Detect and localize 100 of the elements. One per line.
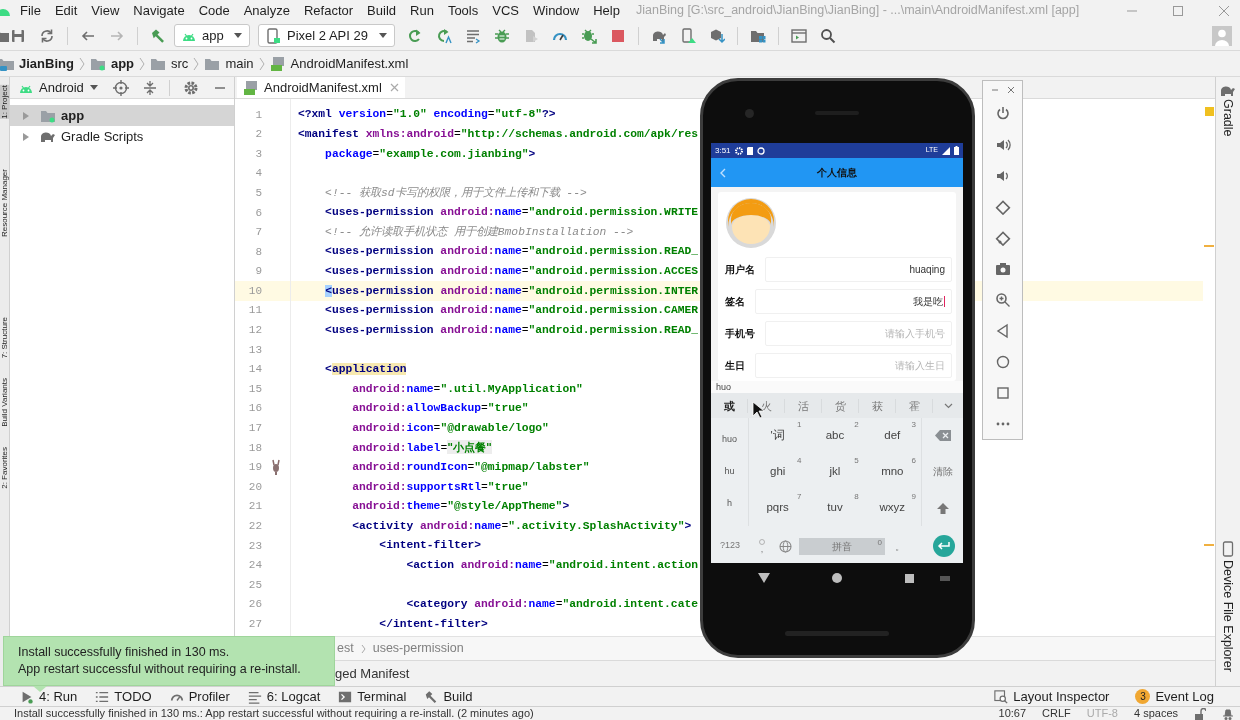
comma-key[interactable]: , [749, 538, 775, 554]
key[interactable]: tuv 8 [806, 490, 864, 526]
run-configuration-dropdown[interactable]: app [174, 24, 250, 47]
enter-key-icon[interactable] [933, 535, 955, 557]
indent-setting[interactable]: 4 spaces [1133, 707, 1178, 720]
apply-changes-icon[interactable] [407, 27, 423, 44]
volume-down-icon[interactable] [994, 168, 1011, 184]
editor-mode-tab[interactable]: ged Manifest [335, 663, 410, 684]
menu-item[interactable]: Analyze [243, 0, 290, 21]
candidate[interactable]: 获 [859, 398, 896, 413]
terminal-window-icon[interactable] [791, 27, 807, 44]
key[interactable]: mno 6 [863, 454, 921, 490]
pinyin-option[interactable]: hu [724, 465, 735, 479]
device-dropdown[interactable]: Pixel 2 API 29 [258, 24, 395, 47]
globe-icon[interactable] [779, 539, 792, 553]
avatar-picture-icon[interactable] [725, 197, 777, 249]
candidate[interactable]: 货 [822, 398, 859, 413]
tool-window-button[interactable]: Profiler [169, 686, 230, 707]
input-field[interactable]: 我是吃 [755, 288, 952, 314]
key[interactable]: def 3 [863, 418, 921, 454]
shift-arrow-icon[interactable] [936, 503, 949, 515]
tool-window-tab[interactable]: Gradle [1220, 99, 1236, 137]
candidate[interactable]: 活 [785, 398, 822, 413]
apply-code-changes-icon[interactable] [436, 27, 452, 44]
tool-window-tab[interactable]: Resource Manager [0, 168, 9, 237]
menu-item[interactable]: Window [532, 0, 580, 21]
collapse-icon[interactable] [141, 79, 158, 96]
bug-arrow-icon[interactable] [581, 27, 597, 44]
volume-up-icon[interactable] [994, 137, 1011, 153]
tree-item[interactable]: app [10, 105, 234, 126]
menu-item[interactable]: Tools [447, 0, 479, 21]
editor-tab[interactable]: AndroidManifest.xml [237, 77, 405, 98]
search-icon[interactable] [820, 27, 836, 44]
menu-item[interactable]: Refactor [303, 0, 354, 21]
menu-item[interactable]: File [20, 0, 41, 21]
candidate[interactable]: 霍 [896, 398, 933, 413]
tool-window-tab[interactable]: 7: Structure [0, 316, 9, 359]
stop-icon[interactable] [610, 27, 626, 44]
camera-icon[interactable] [994, 261, 1011, 277]
candidate[interactable]: 或 [711, 398, 748, 413]
symbols-key[interactable]: ?123 [711, 539, 749, 553]
hammer-icon[interactable] [150, 27, 166, 44]
tool-window-button[interactable]: TODO [95, 686, 152, 707]
menu-item[interactable]: Edit [54, 0, 78, 21]
menu-item[interactable]: Build [367, 0, 396, 21]
clear-key[interactable]: 清除 [932, 464, 953, 480]
breadcrumb-item[interactable]: app [110, 53, 135, 74]
nav-back-icon[interactable] [758, 573, 770, 583]
lock-icon[interactable] [1194, 707, 1206, 720]
sync-icon[interactable] [39, 27, 55, 44]
back-chevron-icon[interactable] [719, 167, 726, 178]
breadcrumb-item[interactable]: src [171, 53, 189, 74]
power-icon[interactable] [994, 106, 1011, 122]
input-field[interactable]: huaqing [765, 256, 952, 282]
menu-item[interactable]: Help [593, 0, 620, 21]
package-download-icon[interactable] [709, 27, 725, 44]
period-key[interactable]: 。 [885, 538, 915, 554]
key[interactable]: wxyz 9 [863, 490, 921, 526]
tool-window-tab[interactable]: Build Variants [0, 378, 9, 427]
back-icon[interactable] [994, 323, 1011, 339]
lines-icon[interactable] [465, 27, 481, 44]
breadcrumb-item[interactable]: AndroidManifest.xml [290, 53, 409, 74]
home-icon[interactable] [994, 354, 1011, 370]
tree-item[interactable]: Gradle Scripts [10, 126, 234, 147]
chevron-down-icon[interactable] [943, 402, 953, 409]
crosshair-icon[interactable] [112, 79, 129, 96]
nav-home-icon[interactable] [832, 573, 842, 583]
key[interactable]: jkl 5 [806, 454, 864, 490]
breadcrumb-item[interactable]: est [337, 639, 354, 658]
tool-window-button[interactable]: 4: Run [20, 686, 78, 707]
close-icon[interactable] [1218, 4, 1230, 17]
settings-icon[interactable] [182, 79, 199, 96]
line-separator[interactable]: CRLF [1042, 707, 1071, 720]
key[interactable]: pqrs 7 [749, 490, 807, 526]
pinyin-option[interactable]: h [727, 497, 732, 511]
menu-item[interactable]: Navigate [133, 0, 185, 21]
close-icon[interactable] [389, 83, 399, 92]
rotate-left-icon[interactable] [994, 199, 1011, 215]
maximize-icon[interactable] [1172, 4, 1184, 17]
overview-icon[interactable] [994, 385, 1011, 401]
device-manager-icon[interactable] [680, 27, 696, 44]
rotate-right-icon[interactable] [994, 230, 1011, 246]
tool-window-button[interactable]: 6: Logcat [247, 686, 321, 707]
menu-item[interactable]: View [91, 0, 120, 21]
bug-icon[interactable] [494, 27, 510, 44]
menu-item[interactable]: Run [410, 0, 434, 21]
close-icon[interactable] [1007, 87, 1014, 93]
zoom-icon[interactable] [994, 292, 1011, 308]
tool-window-tab[interactable]: 2: Favorites [0, 446, 9, 489]
menu-item[interactable]: VCS [492, 0, 519, 21]
key[interactable]: '词 1 [749, 418, 807, 454]
inspector-hat-icon[interactable] [1222, 707, 1234, 720]
tool-window-button[interactable]: 3 Event Log [1135, 686, 1214, 707]
key[interactable]: abc 2 [806, 418, 864, 454]
breadcrumb-item[interactable]: JianBing [19, 53, 74, 74]
breadcrumb-item[interactable]: uses-permission [372, 639, 464, 658]
key[interactable]: ghi 4 [749, 454, 807, 490]
tool-window-tab[interactable]: Device File Explorer [1220, 560, 1236, 672]
backspace-icon[interactable] [934, 429, 951, 441]
breadcrumb-item[interactable]: main [225, 53, 254, 74]
